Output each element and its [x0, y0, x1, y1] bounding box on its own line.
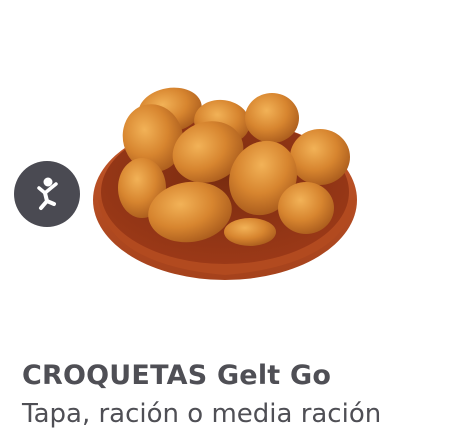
- product-image[interactable]: [80, 60, 380, 300]
- product-title: CROQUETAS Gelt Go: [22, 360, 332, 391]
- croquetas: [118, 87, 350, 246]
- person-jumping-glyph: [37, 177, 58, 210]
- happy-person-icon: [14, 161, 80, 227]
- product-card[interactable]: CROQUETAS Gelt Go Tapa, ración o media r…: [0, 0, 449, 446]
- product-description: Tapa, ración o media ración: [22, 399, 382, 429]
- croquetas-bowl-illustration: [93, 87, 357, 280]
